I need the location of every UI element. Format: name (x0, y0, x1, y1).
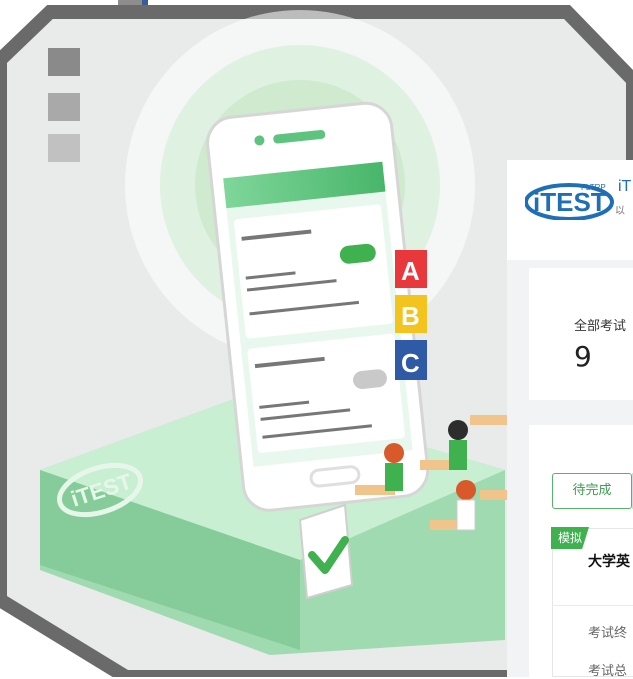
square-icon (48, 48, 80, 76)
logo-small-text: FLTRP (581, 183, 606, 192)
checkmark-icon (298, 503, 354, 600)
svg-text:B: B (401, 301, 420, 331)
svg-text:A: A (401, 256, 420, 286)
stats-label: 全部考试 (574, 319, 627, 334)
abc-blocks: A B C (395, 250, 427, 380)
square-icon (48, 93, 80, 121)
exam-divider (552, 605, 633, 606)
square-icon (48, 134, 80, 162)
app-subtitle: 以 (615, 206, 625, 217)
svg-text:C: C (401, 348, 420, 378)
exam-end-field: 考试终 (588, 626, 628, 641)
exam-title: 大学英 (588, 554, 630, 570)
app-title: iT (618, 178, 632, 195)
tab-pending[interactable]: 待完成 (552, 473, 632, 509)
stats-value: 9 (574, 340, 592, 373)
exam-total-field: 考试总 (588, 664, 628, 679)
itest-logo: iTEST FLTRP (525, 183, 614, 220)
stats-card (529, 268, 633, 400)
